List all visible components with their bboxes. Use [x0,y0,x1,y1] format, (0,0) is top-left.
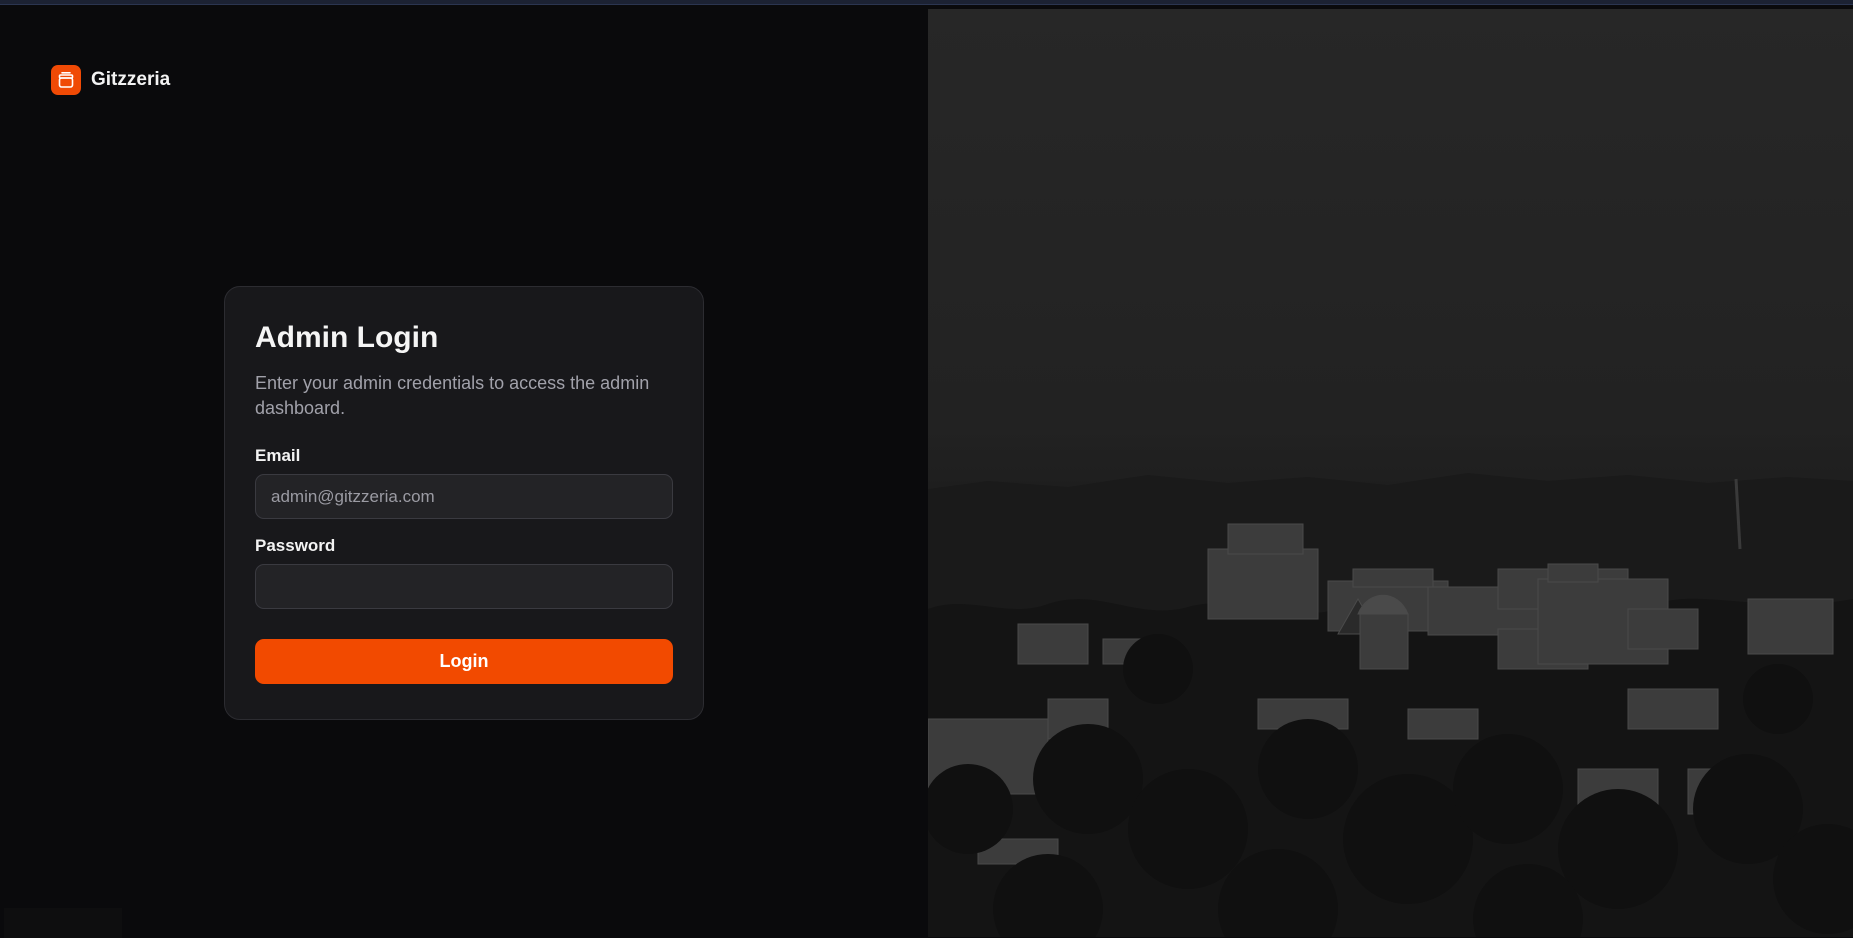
password-field[interactable] [255,564,673,609]
login-description: Enter your admin credentials to access t… [255,373,650,418]
campus-aerial-photo [928,9,1853,937]
email-field[interactable] [255,474,673,519]
login-card: Admin Login Enter your admin credentials… [224,286,704,720]
brand-name: Gitzzeria [91,69,171,90]
password-label: Password [255,536,336,555]
gift-icon [51,65,81,95]
login-title: Admin Login [255,321,439,354]
login-button[interactable]: Login [255,639,673,684]
login-panel: Gitzzeria Admin Login Enter your admin c… [0,5,928,938]
corner-overlay [4,908,122,938]
email-label: Email [255,446,301,465]
hero-image [928,9,1853,937]
gift-icon-glyph [58,71,74,88]
brand[interactable]: Gitzzeria [51,65,170,95]
